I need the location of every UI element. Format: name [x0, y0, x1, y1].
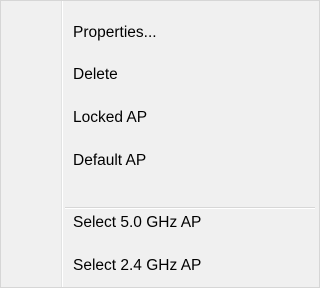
menu-item-select-2-4ghz-ap[interactable]: Select 2.4 GHz AP: [1, 246, 319, 286]
menu-item-locked-ap[interactable]: Locked AP: [1, 98, 319, 138]
menu-item-label: Locked AP: [73, 109, 148, 126]
menu-item-label: Default AP: [73, 152, 147, 169]
menu-item-delete[interactable]: Delete: [1, 55, 319, 95]
menu-item-label: Select 5.0 GHz AP: [73, 214, 202, 231]
menu-item-select-5ghz-ap[interactable]: Select 5.0 GHz AP: [1, 203, 319, 243]
context-menu: Properties... Delete Locked AP Default A…: [0, 0, 320, 288]
menu-item-properties[interactable]: Properties...: [1, 13, 319, 53]
menu-item-label: Delete: [73, 66, 118, 83]
menu-item-label: Properties...: [73, 24, 157, 41]
menu-item-default-ap[interactable]: Default AP: [1, 141, 319, 181]
menu-item-label: Select 2.4 GHz AP: [73, 257, 202, 274]
